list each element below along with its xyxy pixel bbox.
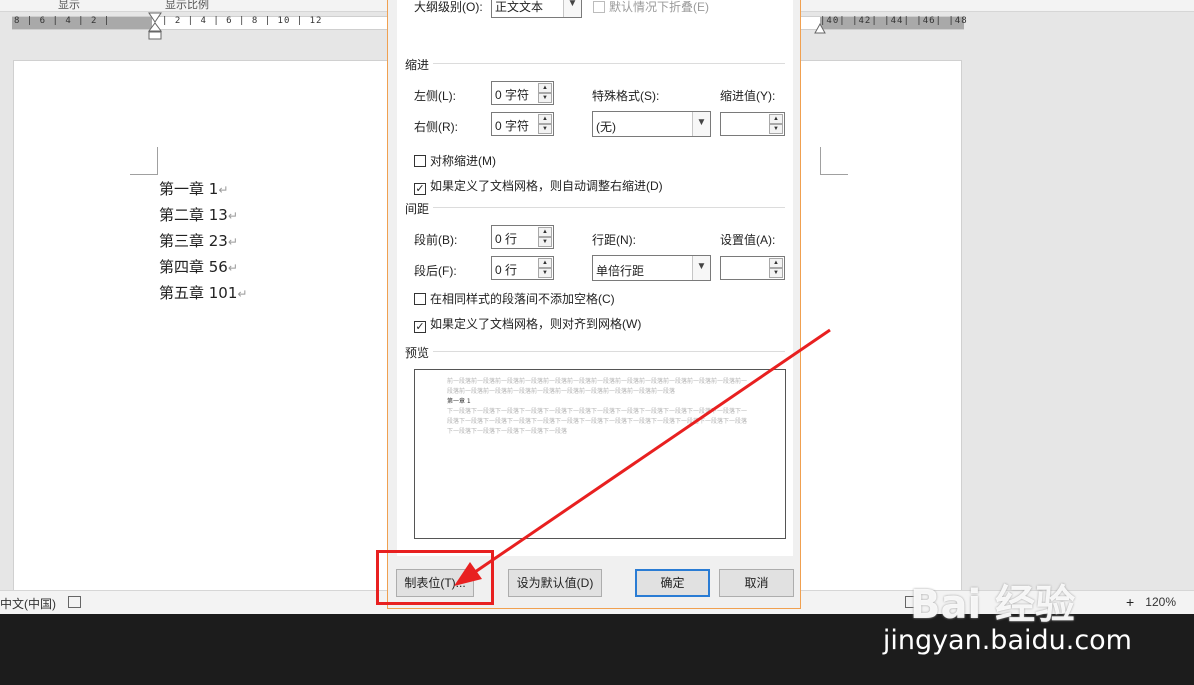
spacing-group-title: 间距	[405, 202, 430, 216]
space-after-spinner[interactable]: 0 行 ▲ ▼	[491, 256, 554, 280]
preview-current-paragraph: 第一章 1	[447, 398, 471, 405]
right-indent-label: 右侧(R):	[414, 120, 458, 134]
zoom-level[interactable]: 120%	[1145, 595, 1176, 609]
snap-to-grid-checkbox[interactable]: ✓ 如果定义了文档网格，则对齐到网格(W)	[414, 315, 641, 333]
chevron-down-icon: ▼	[692, 256, 710, 280]
spin-down-icon[interactable]: ▼	[769, 268, 783, 278]
document-line[interactable]: 第四章 56↵	[159, 255, 247, 281]
indent-by-label: 缩进值(Y):	[720, 89, 776, 103]
document-line[interactable]: 第一章 1↵	[159, 177, 247, 203]
document-body[interactable]: 第一章 1↵ 第二章 13↵ 第三章 23↵ 第四章 56↵ 第五章 101↵	[159, 177, 247, 307]
preview-group-title: 预览	[405, 346, 430, 360]
line-spacing-label: 行距(N):	[592, 233, 636, 247]
indent-group-title: 缩进	[405, 58, 430, 72]
outline-level-select[interactable]: 正文文本 ▼	[491, 0, 582, 18]
preview-next-paragraph: 下一段落下一段落下一段落下一段落下一段落下一段落下一段落下一段落下一段落下一段落…	[447, 408, 748, 435]
spin-down-icon[interactable]: ▼	[538, 268, 552, 278]
spin-up-icon[interactable]: ▲	[538, 114, 552, 124]
right-indent-spinner[interactable]: 0 字符 ▲ ▼	[491, 112, 554, 136]
ruler-ticks-left: 8 | 6 | 4 | 2 |	[14, 16, 111, 26]
space-before-spinner[interactable]: 0 行 ▲ ▼	[491, 225, 554, 249]
document-line[interactable]: 第三章 23↵	[159, 229, 247, 255]
indent-marker-icon[interactable]	[148, 12, 162, 40]
annotation-highlight-box	[376, 550, 494, 605]
spin-down-icon[interactable]: ▼	[538, 93, 552, 103]
left-indent-spinner[interactable]: 0 字符 ▲ ▼	[491, 81, 554, 105]
special-indent-label: 特殊格式(S):	[592, 89, 660, 103]
left-indent-label: 左侧(L):	[414, 89, 457, 103]
paragraph-dialog: 大纲级别(O): 正文文本 ▼ 默认情况下折叠(E) 缩进 左侧(L): 0 字…	[387, 0, 801, 609]
space-after-label: 段后(F):	[414, 264, 457, 278]
spin-down-icon[interactable]: ▼	[538, 124, 552, 134]
macro-record-icon[interactable]	[68, 596, 81, 608]
special-indent-select[interactable]: (无) ▼	[592, 111, 711, 137]
baidu-jingyan-logo: Bai 经验	[910, 582, 1076, 628]
spacing-at-spinner[interactable]: ▲ ▼	[720, 256, 785, 280]
margin-corner-mark	[130, 147, 158, 175]
zoom-in-icon[interactable]: +	[1126, 594, 1134, 610]
right-indent-marker-icon[interactable]	[814, 22, 826, 34]
ribbon-group-label: 显示比例	[165, 0, 209, 11]
spacing-at-label: 设置值(A):	[720, 233, 776, 247]
no-space-same-style-checkbox[interactable]: 在相同样式的段落间不添加空格(C)	[414, 290, 615, 307]
spin-down-icon[interactable]: ▼	[538, 237, 552, 247]
watermark-url: jingyan.baidu.com	[882, 625, 1132, 656]
cancel-button[interactable]: 取消	[719, 569, 794, 597]
line-spacing-select[interactable]: 单倍行距 ▼	[592, 255, 711, 281]
divider	[433, 207, 785, 208]
document-line[interactable]: 第五章 101↵	[159, 281, 247, 307]
chevron-down-icon: ▼	[692, 112, 710, 136]
auto-adjust-right-indent-checkbox[interactable]: ✓ 如果定义了文档网格，则自动调整右缩进(D)	[414, 177, 663, 195]
mirror-indents-checkbox[interactable]: 对称缩进(M)	[414, 152, 496, 169]
ruler-ticks-mid: | 2 | 4 | 6 | 8 | 10 | 12	[162, 16, 323, 26]
outline-level-label: 大纲级别(O):	[414, 0, 483, 14]
divider	[433, 63, 785, 64]
space-before-label: 段前(B):	[414, 233, 458, 247]
spin-up-icon[interactable]: ▲	[538, 258, 552, 268]
margin-corner-mark	[820, 147, 848, 175]
paragraph-preview: 前一段落前一段落前一段落前一段落前一段落前一段落前一段落前一段落前一段落前一段落…	[414, 369, 786, 539]
spin-up-icon[interactable]: ▲	[538, 83, 552, 93]
divider	[433, 351, 785, 352]
language-indicator[interactable]: 中文(中国)	[0, 595, 56, 612]
ruler-ticks-right: |40| |42| |44| |46| |48	[820, 16, 968, 26]
preview-text: 前一段落前一段落前一段落前一段落前一段落前一段落前一段落前一段落前一段落前一段落…	[447, 377, 747, 437]
ok-button[interactable]: 确定	[635, 569, 710, 597]
preview-previous-paragraph: 前一段落前一段落前一段落前一段落前一段落前一段落前一段落前一段落前一段落前一段落…	[447, 378, 748, 395]
spin-up-icon[interactable]: ▲	[538, 227, 552, 237]
indent-by-spinner[interactable]: ▲ ▼	[720, 112, 785, 136]
document-line[interactable]: 第二章 13↵	[159, 203, 247, 229]
indents-spacing-panel: 大纲级别(O): 正文文本 ▼ 默认情况下折叠(E) 缩进 左侧(L): 0 字…	[397, 0, 793, 556]
spin-down-icon[interactable]: ▼	[769, 124, 783, 134]
set-as-default-button[interactable]: 设为默认值(D)	[508, 569, 602, 597]
chevron-down-icon: ▼	[563, 0, 581, 17]
collapse-default-checkbox: 默认情况下折叠(E)	[593, 0, 709, 15]
spin-up-icon[interactable]: ▲	[769, 258, 783, 268]
ribbon-group-label: 显示	[58, 0, 80, 11]
spin-up-icon[interactable]: ▲	[769, 114, 783, 124]
